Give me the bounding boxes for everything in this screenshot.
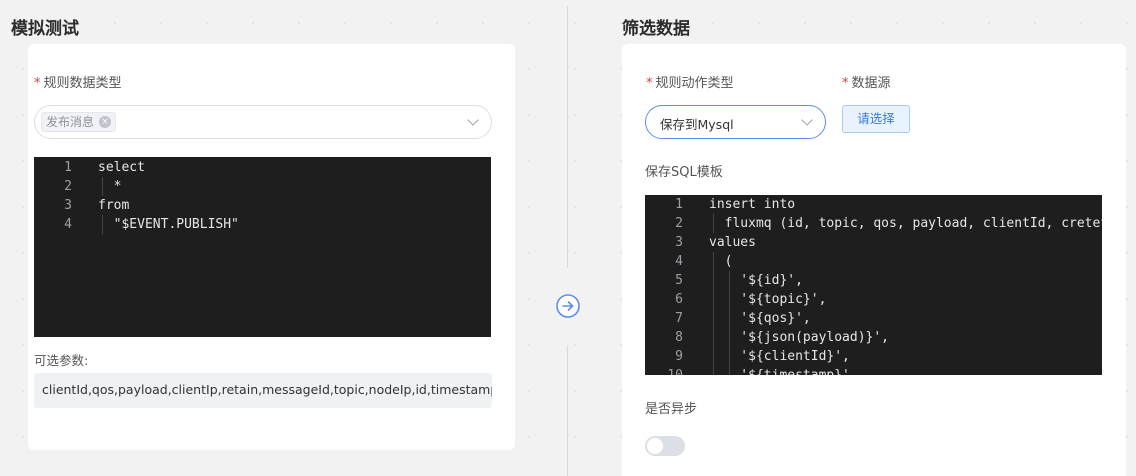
chevron-down-icon xyxy=(467,114,479,126)
code-text: fluxmq (id, topic, qos, payload, clientI… xyxy=(709,216,1102,231)
async-label: 是否异步 xyxy=(645,402,698,417)
datasource-label: * 数据源 xyxy=(842,72,891,91)
line-number: 8 xyxy=(675,330,683,345)
code-text: '${topic}', xyxy=(709,292,827,307)
code-text: '${clientId}', xyxy=(709,349,850,364)
rule-data-type-label: * 规则数据类型 xyxy=(34,72,122,91)
async-toggle[interactable] xyxy=(645,436,685,456)
action-type-label: * 规则动作类型 xyxy=(646,72,734,91)
line-number: 1 xyxy=(64,160,72,175)
sql-code-editor[interactable]: 1 select 2 * 3 from 4 "$EVENT.PUBLISH" xyxy=(34,157,491,337)
code-line: 1 insert into xyxy=(645,195,1102,214)
code-line: 3 values xyxy=(645,233,1102,252)
code-line: 1 select xyxy=(34,158,491,177)
required-mark: * xyxy=(842,76,849,91)
code-text: "$EVENT.PUBLISH" xyxy=(98,217,239,232)
code-text: '${qos}', xyxy=(709,311,811,326)
code-text: values xyxy=(709,235,756,250)
indent-guide xyxy=(102,177,103,196)
line-number: 6 xyxy=(675,292,683,307)
rule-data-type-select[interactable]: 发布消息 × xyxy=(34,105,492,139)
sql-template-label: 保存SQL模板 xyxy=(645,165,723,180)
line-number: 3 xyxy=(64,198,72,213)
line-number: 7 xyxy=(675,311,683,326)
sql-template-editor[interactable]: 1 insert into 2 fluxmq (id, topic, qos, pa… xyxy=(645,195,1102,375)
params-value: clientId,qos,payload,clientIp,retain,mes… xyxy=(34,373,492,408)
line-number: 4 xyxy=(64,217,72,232)
line-number: 10 xyxy=(645,366,683,375)
right-section-title: 筛选数据 xyxy=(622,19,690,39)
indent-guide xyxy=(713,214,714,233)
line-number: 1 xyxy=(675,197,683,212)
chevron-down-icon xyxy=(801,114,813,126)
action-type-text: 规则动作类型 xyxy=(655,76,734,91)
indent-guide xyxy=(713,252,714,375)
rule-data-type-text: 规则数据类型 xyxy=(43,76,122,91)
tag-close-icon[interactable]: × xyxy=(99,116,112,128)
line-number: 4 xyxy=(675,254,683,269)
action-type-select[interactable]: 保存到Mysql xyxy=(645,105,826,139)
datasource-text: 数据源 xyxy=(851,76,891,91)
required-mark: * xyxy=(34,76,41,91)
line-number: 9 xyxy=(675,349,683,364)
divider-top xyxy=(567,6,568,268)
selected-tag: 发布消息 × xyxy=(41,112,117,132)
params-label: 可选参数: xyxy=(34,353,89,368)
code-text: '${id}', xyxy=(709,273,803,288)
arrow-right-circle-icon[interactable] xyxy=(556,294,580,318)
code-text: select xyxy=(98,160,145,175)
code-text: insert into xyxy=(709,197,796,212)
line-number: 5 xyxy=(675,273,683,288)
action-type-value: 保存到Mysql xyxy=(660,117,734,132)
required-mark: * xyxy=(646,76,653,91)
simulate-test-card: * 规则数据类型 发布消息 × 1 select 2 * 3 from 4 "$EVENT.… xyxy=(28,44,515,450)
choose-datasource-button[interactable]: 请选择 xyxy=(842,105,910,133)
left-section-title: 模拟测试 xyxy=(11,19,79,39)
filter-data-card: * 规则动作类型 * 数据源 保存到Mysql 请选择 保存SQL模板 1 inser… xyxy=(622,44,1126,476)
selected-tag-label: 发布消息 xyxy=(46,115,95,129)
line-number: 2 xyxy=(675,216,683,231)
line-number: 2 xyxy=(64,179,72,194)
divider-bottom xyxy=(567,345,568,476)
code-text: from xyxy=(98,198,130,213)
code-text: '${json(payload)}', xyxy=(709,330,890,345)
toggle-knob xyxy=(647,438,663,454)
code-text: '${timestamp}', xyxy=(709,366,857,375)
indent-guide xyxy=(729,271,730,375)
line-number: 3 xyxy=(675,235,683,250)
code-line: 3 from xyxy=(34,196,491,215)
indent-guide xyxy=(102,215,103,234)
